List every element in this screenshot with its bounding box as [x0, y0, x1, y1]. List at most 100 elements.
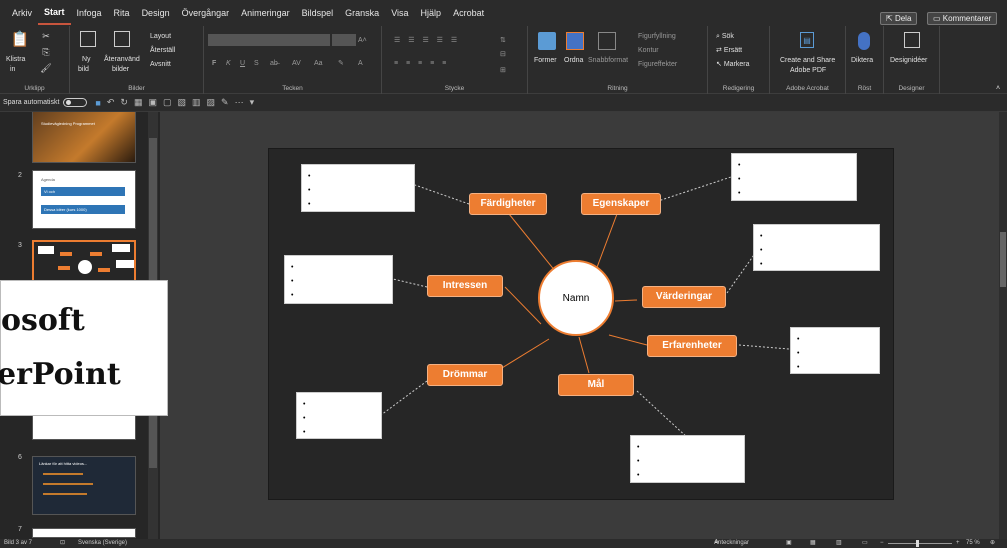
- reading-view-icon[interactable]: ▥: [836, 539, 842, 548]
- dictate-button[interactable]: Diktera: [851, 56, 873, 65]
- reuse-slides-button[interactable]: Återanvänd: [104, 55, 140, 64]
- strikethrough-icon[interactable]: ab̶: [270, 59, 278, 68]
- copy-icon[interactable]: ⎘: [40, 46, 52, 58]
- microphone-icon[interactable]: [858, 32, 870, 50]
- char-spacing-icon[interactable]: AV: [292, 59, 301, 68]
- text-box-intressen[interactable]: • • •: [284, 255, 393, 304]
- slide-thumb-2[interactable]: Agenda Vi och Dessa idéer (kurs 1000): [32, 170, 136, 229]
- slide-thumb-1[interactable]: Studievägledning Programmet: [32, 112, 136, 163]
- more-icon[interactable]: ⋯: [235, 97, 244, 108]
- undo-icon[interactable]: ↶: [107, 97, 115, 108]
- tab-rita[interactable]: Rita: [108, 0, 136, 26]
- font-color-icon[interactable]: A: [358, 59, 363, 68]
- cut-icon[interactable]: ✂: [40, 30, 52, 42]
- accessibility-icon[interactable]: ⊡: [60, 539, 65, 548]
- save-icon[interactable]: ■: [95, 98, 100, 108]
- presenter-view-icon[interactable]: ▭: [862, 539, 868, 548]
- select-button[interactable]: ↖ Markera: [716, 60, 750, 69]
- text-box-erfarenheter[interactable]: • • •: [790, 327, 880, 374]
- quick-styles-icon[interactable]: [598, 32, 616, 50]
- tab-granska[interactable]: Granska: [339, 0, 385, 26]
- shape-outline-button[interactable]: Kontur: [638, 46, 659, 55]
- center-circle[interactable]: Namn: [538, 260, 614, 336]
- text-direction-icon[interactable]: ⇅: [500, 36, 506, 45]
- reuse-slides-button-line2[interactable]: bilder: [112, 65, 129, 74]
- font-name-select[interactable]: [208, 34, 330, 46]
- tab-design[interactable]: Design: [136, 0, 176, 26]
- tab-start[interactable]: Start: [38, 1, 71, 25]
- chart-icon[interactable]: ▥: [192, 97, 201, 108]
- picture-icon[interactable]: ▧: [178, 97, 187, 108]
- node-mal[interactable]: Mål: [558, 374, 634, 396]
- shadow-button[interactable]: S: [254, 59, 259, 68]
- zoom-in-icon[interactable]: +: [956, 539, 960, 548]
- slide-thumb-5[interactable]: [32, 412, 136, 440]
- format-painter-icon[interactable]: 🖌: [40, 62, 52, 74]
- zoom-out-icon[interactable]: −: [880, 539, 884, 548]
- align-text-icon[interactable]: ⊟: [500, 50, 506, 59]
- node-varderingar[interactable]: Värderingar: [642, 286, 726, 308]
- language-status[interactable]: Svenska (Sverige): [78, 539, 127, 548]
- tab-overgangar[interactable]: Övergångar: [176, 0, 236, 26]
- find-button[interactable]: ⌕ Sök: [716, 32, 734, 41]
- zoom-slider-thumb[interactable]: [916, 540, 919, 547]
- paste-icon[interactable]: 📋: [11, 30, 30, 48]
- change-case-icon[interactable]: Aa: [314, 59, 323, 68]
- slide-sorter-icon[interactable]: ▦: [810, 539, 816, 548]
- slideshow-icon[interactable]: ▣: [148, 97, 157, 108]
- node-intressen[interactable]: Intressen: [427, 275, 503, 297]
- table-icon[interactable]: ▦: [134, 97, 143, 108]
- node-erfarenheter[interactable]: Erfarenheter: [647, 335, 737, 357]
- underline-button[interactable]: U: [240, 59, 245, 68]
- screenshot-icon[interactable]: ▨: [207, 97, 216, 108]
- layout-button[interactable]: Layout: [150, 32, 171, 41]
- text-box-drommar[interactable]: • • •: [296, 392, 382, 439]
- collapse-ribbon-icon[interactable]: ˄: [996, 84, 1000, 93]
- tab-animeringar[interactable]: Animeringar: [235, 0, 296, 26]
- quick-styles-button[interactable]: Snabbformat: [588, 56, 628, 65]
- draw-icon[interactable]: ✎: [221, 97, 229, 108]
- section-button[interactable]: Avsnitt: [150, 60, 171, 69]
- tab-acrobat[interactable]: Acrobat: [447, 0, 490, 26]
- canvas-scrollbar[interactable]: [999, 112, 1007, 539]
- design-ideas-icon[interactable]: [904, 32, 920, 48]
- new-slide-icon[interactable]: [80, 31, 96, 47]
- paste-button-line2[interactable]: in: [10, 65, 15, 74]
- slide-thumb-6[interactable]: Länkar för att hitta videos...: [32, 456, 136, 515]
- tab-bildspel[interactable]: Bildspel: [296, 0, 340, 26]
- bullets-icon[interactable]: ☰ ☰ ☰ ☰ ☰: [394, 36, 460, 45]
- replace-button[interactable]: ⇄ Ersätt: [716, 46, 742, 55]
- autosave-toggle[interactable]: [63, 98, 88, 107]
- font-size-select[interactable]: [332, 34, 356, 46]
- align-icon[interactable]: ≡ ≡ ≡ ≡ ≡: [394, 59, 449, 68]
- text-box-varderingar[interactable]: • • •: [753, 224, 880, 271]
- design-ideas-button[interactable]: Designidéer: [890, 56, 927, 65]
- node-fardigheter[interactable]: Färdigheter: [469, 193, 547, 215]
- tab-visa[interactable]: Visa: [385, 0, 414, 26]
- slide-thumb-7[interactable]: [32, 528, 136, 538]
- normal-view-icon[interactable]: ▣: [786, 539, 792, 548]
- arrange-icon[interactable]: [566, 32, 584, 50]
- shapes-button[interactable]: Former: [534, 56, 557, 65]
- paste-button[interactable]: Klistra: [6, 55, 25, 64]
- node-egenskaper[interactable]: Egenskaper: [581, 193, 661, 215]
- text-box-mal[interactable]: • • •: [630, 435, 745, 483]
- customize-icon[interactable]: ▾: [250, 97, 255, 108]
- shapes-icon[interactable]: [538, 32, 556, 50]
- reuse-slides-icon[interactable]: [114, 31, 130, 47]
- redo-icon[interactable]: ↻: [120, 97, 128, 108]
- font-grow-icon[interactable]: A˄: [358, 36, 367, 45]
- create-pdf-button-line2[interactable]: Adobe PDF: [790, 66, 826, 75]
- comments-button[interactable]: ▭ Kommentarer: [927, 12, 998, 25]
- text-box-fardigheter[interactable]: • • •: [301, 164, 415, 212]
- tab-infoga[interactable]: Infoga: [71, 0, 108, 26]
- present-icon[interactable]: ▢: [163, 97, 172, 108]
- share-button[interactable]: ⇱ Dela: [880, 12, 918, 25]
- node-drommar[interactable]: Drömmar: [427, 364, 503, 386]
- arrange-button[interactable]: Ordna: [564, 56, 583, 65]
- shape-effects-button[interactable]: Figureffekter: [638, 60, 677, 69]
- bold-button[interactable]: F: [212, 59, 216, 68]
- zoom-level[interactable]: 75 %: [966, 539, 980, 548]
- italic-button[interactable]: K: [226, 59, 231, 68]
- smartart-icon[interactable]: ⊞: [500, 66, 506, 75]
